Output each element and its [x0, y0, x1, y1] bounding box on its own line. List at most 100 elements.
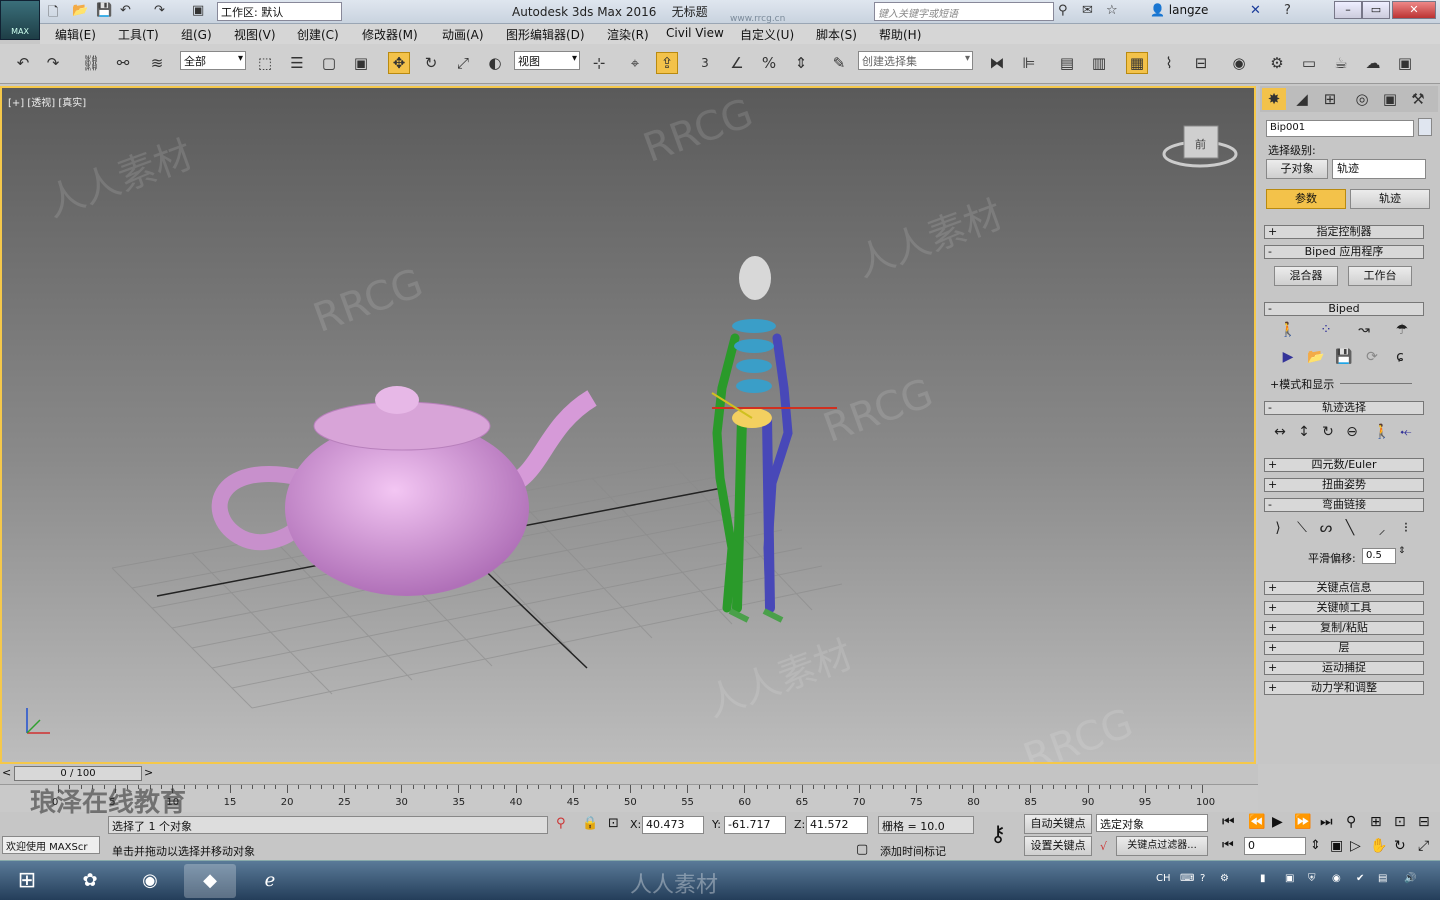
rendered-frame-icon[interactable]: ▭	[1298, 52, 1320, 74]
save-icon[interactable]: 💾	[96, 3, 112, 20]
bend-links-mode-icon[interactable]: ⟩	[1268, 520, 1288, 536]
rollout-track-selection[interactable]: - 轨迹选择	[1264, 401, 1424, 415]
fov-icon[interactable]: ▣	[1330, 838, 1343, 854]
footstep-mode-icon[interactable]: ⁘	[1316, 322, 1336, 338]
tray-app-icon[interactable]: ✔	[1356, 873, 1364, 884]
schematic-view-icon[interactable]: ⊟	[1190, 52, 1212, 74]
track-tab-button[interactable]: 轨迹	[1350, 189, 1430, 209]
motion-flow-icon[interactable]: ↝	[1354, 322, 1374, 338]
menu-item[interactable]: 视图(V)	[234, 26, 276, 43]
go-to-start-icon[interactable]: ⏮	[1222, 814, 1235, 830]
view-cube[interactable]: 前	[1162, 125, 1238, 168]
modes-display-toggle[interactable]: +模式和显示	[1270, 376, 1334, 392]
menu-item[interactable]: 渲染(R)	[607, 26, 649, 43]
next-frame-icon[interactable]: ⏩	[1294, 814, 1311, 830]
user-account[interactable]: 👤 langze	[1150, 3, 1208, 17]
biped-playback-icon[interactable]: ▶	[1278, 349, 1298, 365]
motion-tab-icon[interactable]: ◎	[1350, 88, 1374, 110]
rollout-dynamics[interactable]: + 动力学和调整	[1264, 681, 1424, 695]
link-icon[interactable]: ⛓	[80, 52, 102, 74]
reference-coord-dropdown[interactable]: 视图	[514, 51, 580, 70]
redo-icon[interactable]: ↷	[154, 3, 165, 20]
x-coord-input[interactable]: 40.473	[642, 816, 704, 834]
perspective-viewport[interactable]: [+] [透视] [真实] 前 人人素材 RRCG RRCG 人人素材 RRCG…	[0, 86, 1256, 764]
rollout-twist-poses[interactable]: + 扭曲姿势	[1264, 478, 1424, 492]
zoom-icon[interactable]: ⚲	[1346, 814, 1356, 830]
time-slider[interactable]: 0 / 100	[14, 766, 142, 781]
workspace-dropdown[interactable]: 工作区: 默认	[217, 2, 342, 21]
object-name-field[interactable]: Bip001	[1266, 120, 1414, 137]
set-key-icon[interactable]: ⚷	[990, 822, 1006, 847]
select-place-icon[interactable]: ◐	[484, 52, 506, 74]
display-tab-icon[interactable]: ▣	[1378, 88, 1402, 110]
binoculars-icon[interactable]: ⚲	[1058, 3, 1068, 20]
time-prev-arrow[interactable]: <	[2, 766, 11, 779]
help-icon[interactable]: ?	[1284, 3, 1291, 20]
keyboard-shortcut-toggle-icon[interactable]: ⇪	[656, 52, 678, 74]
pan-view-icon[interactable]: ✋	[1370, 838, 1387, 854]
zero-twist-icon[interactable]: ⸝	[1372, 520, 1392, 539]
smooth-twist-icon[interactable]: ╲	[1340, 520, 1360, 536]
twist-links-mode-icon[interactable]: ⟍	[1292, 520, 1312, 536]
body-vertical-icon[interactable]: ↕	[1294, 424, 1314, 440]
maxscript-listener[interactable]: 欢迎使用 MAXScr	[2, 836, 100, 854]
ribbon-toggle-icon[interactable]: ▥	[1088, 52, 1110, 74]
zoom-extents-icon[interactable]: ⊡	[1394, 814, 1406, 830]
angle-snap-icon[interactable]: ∠	[726, 52, 748, 74]
rollout-layers[interactable]: + 层	[1264, 641, 1424, 655]
taskbar-app-network[interactable]: ✿	[64, 864, 116, 898]
time-config-icon[interactable]: ⇕	[1310, 838, 1321, 853]
load-file-icon[interactable]: 📂	[1306, 349, 1326, 365]
taskbar-3dsmax[interactable]: ◆	[184, 864, 236, 898]
taskbar-chrome[interactable]: ◉	[124, 864, 176, 898]
material-editor-icon[interactable]: ◉	[1228, 52, 1250, 74]
ime-settings-icon[interactable]: ⚙	[1220, 873, 1229, 884]
app-menu-button[interactable]: MAX	[0, 0, 40, 40]
select-manipulate-icon[interactable]: ⌖	[624, 52, 646, 74]
tray-app-icon[interactable]: ▣	[1285, 873, 1294, 884]
project-folder-icon[interactable]: ▣	[192, 3, 204, 20]
params-tab-button[interactable]: 参数	[1266, 189, 1346, 209]
named-selection-dropdown[interactable]: 创建选择集	[858, 51, 973, 70]
rollout-assign-controller[interactable]: + 指定控制器	[1264, 225, 1424, 239]
orbit-icon[interactable]: ↻	[1394, 838, 1406, 854]
sub-object-button[interactable]: 子对象	[1266, 159, 1328, 179]
rollout-bend-links[interactable]: - 弯曲链接	[1264, 498, 1424, 512]
new-file-icon[interactable]: 🗋	[48, 3, 58, 20]
smooth-bias-spinner[interactable]: ⇕	[1398, 546, 1406, 556]
track-dropdown[interactable]: 轨迹	[1332, 159, 1426, 179]
figure-mode-icon[interactable]: 🚶	[1278, 322, 1298, 338]
set-key-button[interactable]: 设置关键点	[1024, 836, 1092, 856]
twist-individual-icon[interactable]: ᔕ	[1316, 520, 1336, 536]
tray-app-icon[interactable]: ▮	[1260, 873, 1266, 884]
add-time-tag-label[interactable]: 添加时间标记	[880, 843, 946, 859]
snaps-toggle-icon[interactable]: 3	[694, 52, 716, 74]
bind-spacewarp-icon[interactable]: ≋	[146, 52, 168, 74]
key-filter-icon[interactable]: √	[1100, 840, 1107, 853]
absolute-mode-icon[interactable]: ⊡	[608, 816, 619, 831]
security-shield-icon[interactable]: ⛨	[1308, 873, 1316, 884]
key-filters-button[interactable]: 关键点过滤器...	[1116, 836, 1208, 856]
a360-gallery-icon[interactable]: ▣	[1394, 52, 1416, 74]
current-frame-input[interactable]: 0	[1244, 837, 1306, 855]
rollout-quaternion-euler[interactable]: + 四元数/Euler	[1264, 458, 1424, 472]
isolate-icon[interactable]: ⚲	[556, 816, 566, 831]
undo-icon[interactable]: ↶	[120, 3, 131, 20]
network-icon[interactable]: ▤	[1378, 873, 1387, 884]
key-mode-toggle-icon[interactable]: ⏮	[1222, 838, 1234, 853]
curve-editor-icon[interactable]: ⌇	[1158, 52, 1180, 74]
menu-item[interactable]: 编辑(E)	[55, 26, 96, 43]
search-input[interactable]: 键入关键字或短语	[874, 2, 1054, 21]
smooth-bias-input[interactable]: 0.5	[1362, 548, 1396, 564]
opposite-icon[interactable]: ⤝	[1396, 424, 1416, 440]
menu-item[interactable]: 脚本(S)	[816, 26, 857, 43]
unlink-icon[interactable]: ⚯	[112, 52, 134, 74]
menu-item[interactable]: 创建(C)	[297, 26, 339, 43]
tray-app-icon[interactable]: ◉	[1332, 873, 1341, 884]
menu-item[interactable]: Civil View	[666, 26, 724, 40]
time-next-arrow[interactable]: >	[144, 766, 153, 779]
mirror-icon[interactable]: ⧓	[986, 52, 1008, 74]
start-button[interactable]: ⊞	[2, 864, 52, 898]
rollout-key-info[interactable]: + 关键点信息	[1264, 581, 1424, 595]
selection-filter-dropdown[interactable]: 全部	[180, 51, 246, 70]
